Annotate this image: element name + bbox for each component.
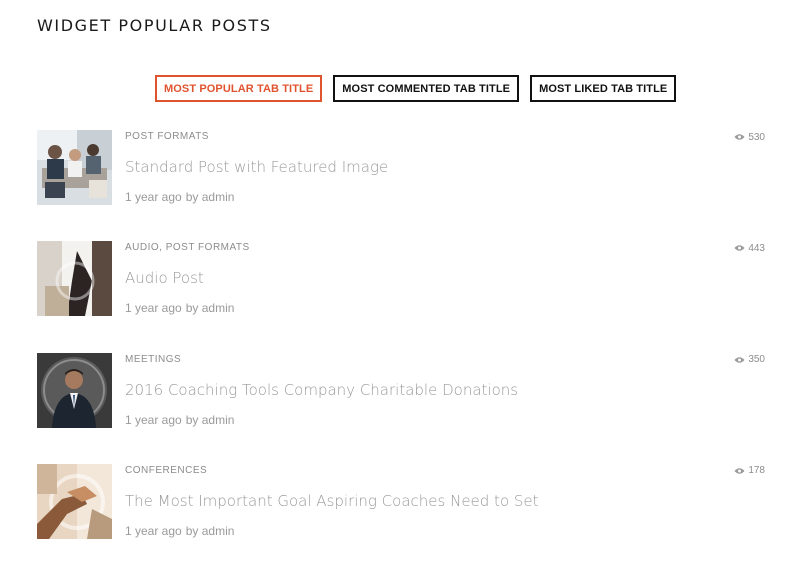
post-date: 1 year ago	[125, 190, 182, 204]
eye-icon	[734, 468, 745, 474]
post-author[interactable]: by admin	[186, 524, 235, 538]
post-categories: AUDIO, POST FORMATS	[125, 241, 765, 255]
view-count: 443	[734, 241, 765, 255]
meeting-photo	[37, 130, 112, 205]
post-meta: 1 year ago by admin	[125, 524, 765, 538]
post-date: 1 year ago	[125, 523, 182, 538]
category-link[interactable]: MEETINGS	[125, 354, 181, 365]
post-thumbnail[interactable]	[37, 352, 112, 428]
view-count-value: 530	[748, 131, 765, 143]
post-item: POST FORMATS Standard Post with Featured…	[37, 130, 765, 241]
view-count-value: 350	[748, 354, 765, 366]
view-count: 530	[734, 130, 765, 144]
handshake-photo	[37, 463, 112, 539]
post-thumbnail[interactable]	[37, 463, 112, 539]
tab-most-commented[interactable]: MOST COMMENTED TAB TITLE	[333, 75, 520, 102]
eye-icon	[734, 134, 745, 140]
post-meta: 1 year ago by admin	[125, 301, 765, 315]
post-author[interactable]: by admin	[186, 301, 235, 315]
post-categories: POST FORMATS	[125, 130, 765, 144]
post-item: CONFERENCES The Most Important Goal Aspi…	[37, 463, 765, 562]
eye-icon	[734, 356, 745, 363]
post-item: AUDIO, POST FORMATS Audio Post 1 year ag…	[37, 241, 765, 352]
tab-most-liked[interactable]: MOST LIKED TAB TITLE	[530, 75, 677, 102]
category-link[interactable]: AUDIO,	[125, 242, 166, 253]
category-link[interactable]: CONFERENCES	[125, 465, 207, 476]
post-title[interactable]: 2016 Coaching Tools Company Charitable D…	[125, 381, 765, 399]
eye-icon	[734, 245, 745, 252]
post-thumbnail[interactable]	[37, 130, 112, 205]
post-date: 1 year ago	[125, 301, 182, 316]
post-categories: MEETINGS	[125, 353, 765, 367]
post-categories: CONFERENCES	[125, 464, 765, 478]
view-count-value: 443	[748, 242, 765, 254]
post-list: POST FORMATS Standard Post with Featured…	[37, 130, 765, 562]
post-thumbnail[interactable]	[37, 241, 112, 317]
view-count: 350	[734, 353, 765, 367]
widget-title: WIDGET POPULAR POSTS	[37, 16, 272, 35]
post-date: 1 year ago	[125, 412, 182, 427]
businessman-photo	[37, 241, 112, 317]
view-count: 178	[734, 464, 765, 478]
view-count-value: 178	[748, 465, 765, 477]
category-link[interactable]: POST FORMATS	[125, 131, 209, 142]
post-meta: 1 year ago by admin	[125, 413, 765, 427]
portrait-photo	[37, 352, 112, 428]
post-title[interactable]: The Most Important Goal Aspiring Coaches…	[125, 492, 765, 510]
post-meta: 1 year ago by admin	[125, 190, 765, 204]
post-title[interactable]: Standard Post with Featured Image	[125, 158, 765, 176]
post-author[interactable]: by admin	[186, 190, 235, 204]
post-title[interactable]: Audio Post	[125, 269, 765, 287]
category-link[interactable]: POST FORMATS	[166, 242, 250, 253]
post-item: MEETINGS 2016 Coaching Tools Company Cha…	[37, 352, 765, 464]
tab-most-popular[interactable]: MOST POPULAR TAB TITLE	[155, 75, 323, 102]
tab-bar: MOST POPULAR TAB TITLE MOST COMMENTED TA…	[155, 75, 677, 102]
post-author[interactable]: by admin	[186, 413, 235, 427]
